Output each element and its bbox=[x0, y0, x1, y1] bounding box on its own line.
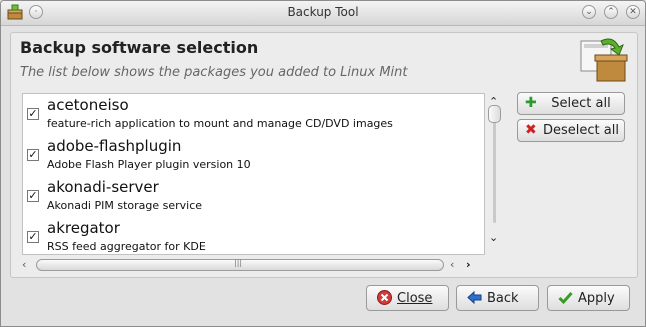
back-button[interactable]: Back bbox=[456, 285, 539, 311]
select-all-label: Select all bbox=[551, 96, 611, 111]
maximize-icon[interactable]: ⌃ bbox=[604, 5, 618, 19]
window-title: Backup Tool bbox=[287, 5, 359, 19]
package-checkbox[interactable]: ✓ bbox=[27, 108, 39, 120]
chevron-left-icon[interactable]: ‹ bbox=[22, 258, 26, 271]
title-bar[interactable]: · Backup Tool ⌄ ⌃ ✕ bbox=[1, 1, 645, 26]
cancel-icon bbox=[377, 290, 392, 305]
back-label: Back bbox=[487, 291, 519, 306]
page-title: Backup software selection bbox=[20, 38, 259, 57]
checkmark-icon bbox=[558, 292, 573, 305]
package-checkbox[interactable]: ✓ bbox=[27, 231, 39, 243]
package-list[interactable]: ✓ acetoneiso feature-rich application to… bbox=[22, 93, 485, 255]
package-name: adobe-flashplugin bbox=[47, 137, 182, 155]
close-button[interactable]: Close bbox=[366, 285, 449, 311]
apply-button[interactable]: Apply bbox=[547, 285, 630, 311]
grip-icon: ||| bbox=[234, 258, 243, 267]
package-checkbox[interactable]: ✓ bbox=[27, 149, 39, 161]
scroll-thumb[interactable] bbox=[488, 105, 501, 123]
list-item[interactable]: ✓ akonadi-server Akonadi PIM storage ser… bbox=[23, 176, 484, 216]
cross-icon: ✖ bbox=[525, 122, 537, 138]
plus-icon: ✚ bbox=[525, 95, 537, 111]
package-name: akregator bbox=[47, 219, 120, 237]
arrow-left-icon bbox=[467, 290, 482, 305]
vertical-scrollbar[interactable]: ⌃ ⌄ bbox=[485, 93, 503, 253]
backup-tool-window: · Backup Tool ⌄ ⌃ ✕ Backup software sele… bbox=[0, 0, 646, 327]
package-name: acetoneiso bbox=[47, 96, 129, 114]
close-label: Close bbox=[397, 291, 433, 306]
package-description: feature-rich application to mount and ma… bbox=[47, 117, 393, 130]
chevron-right-icon[interactable]: › bbox=[466, 258, 471, 271]
chevron-down-icon[interactable]: ⌄ bbox=[489, 231, 498, 244]
select-all-button[interactable]: ✚ Select all bbox=[517, 92, 625, 115]
scroll-thumb[interactable]: ||| bbox=[36, 258, 444, 271]
scroll-track[interactable] bbox=[493, 111, 496, 223]
package-checkbox[interactable]: ✓ bbox=[27, 190, 39, 202]
content-panel: Backup software selection The list below… bbox=[10, 32, 638, 278]
package-name: akonadi-server bbox=[47, 178, 159, 196]
deselect-all-label: Deselect all bbox=[543, 123, 619, 138]
package-description: RSS feed aggregator for KDE bbox=[47, 240, 206, 253]
package-description: Akonadi PIM storage service bbox=[47, 199, 203, 212]
package-description: Adobe Flash Player plugin version 10 bbox=[47, 158, 251, 171]
list-item[interactable]: ✓ acetoneiso feature-rich application to… bbox=[23, 94, 484, 134]
list-item[interactable]: ✓ adobe-flashplugin Adobe Flash Player p… bbox=[23, 135, 484, 175]
page-subtitle: The list below shows the packages you ad… bbox=[20, 65, 408, 80]
list-item[interactable]: ✓ akregator RSS feed aggregator for KDE bbox=[23, 217, 484, 254]
minimize-icon[interactable]: ⌄ bbox=[582, 5, 596, 19]
apply-label: Apply bbox=[578, 291, 615, 306]
close-icon[interactable]: ✕ bbox=[626, 5, 640, 19]
package-box-icon bbox=[580, 38, 628, 82]
deselect-all-button[interactable]: ✖ Deselect all bbox=[517, 119, 625, 142]
horizontal-scrollbar[interactable]: ‹ ||| ‹ › bbox=[22, 257, 483, 273]
chevron-left-icon[interactable]: ‹ bbox=[450, 258, 454, 271]
